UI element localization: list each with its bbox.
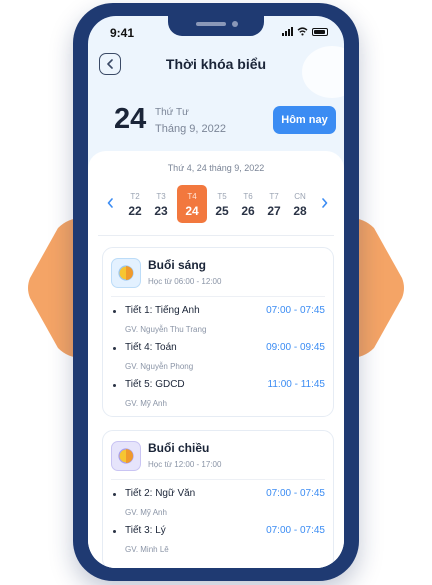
lesson-item[interactable]: Tiết 4: Toán 09:00 - 09:45 GV. Nguyễn Ph… bbox=[113, 342, 325, 374]
lesson-item[interactable]: Tiết 3: Lý 07:00 - 07:45 GV. Minh Lê bbox=[113, 525, 325, 557]
lesson-item[interactable]: Tiết 5: GDCD 11:00 - 11:45 GV. Mỹ Anh bbox=[113, 379, 325, 411]
selected-day-number: 24 bbox=[114, 103, 147, 135]
session-card-afternoon: Buổi chiều Học từ 12:00 - 17:00 Tiết 2: … bbox=[102, 430, 334, 568]
lesson-name: Tiết 1: Tiếng Anh bbox=[125, 305, 200, 316]
prev-week-button[interactable] bbox=[104, 195, 116, 211]
selected-month: Tháng 9, 2022 bbox=[155, 123, 226, 135]
status-time: 9:41 bbox=[110, 26, 135, 40]
lesson-item[interactable]: Tiết 2: Ngữ Văn 07:00 - 07:45 GV. Mỹ Anh bbox=[113, 488, 325, 520]
lesson-teacher: GV. Mỹ Anh bbox=[125, 508, 167, 517]
bullet-icon bbox=[113, 347, 116, 350]
lesson-time: 07:00 - 07:45 bbox=[266, 488, 325, 499]
session-title: Buổi chiều bbox=[148, 441, 210, 455]
lesson-teacher: GV. Mỹ Anh bbox=[125, 399, 167, 408]
phone-notch bbox=[168, 16, 264, 36]
day-item-cn[interactable]: CN 28 bbox=[285, 187, 315, 218]
battery-icon bbox=[312, 27, 328, 36]
chevron-left-icon bbox=[107, 198, 113, 208]
signal-icon bbox=[282, 27, 293, 36]
divider bbox=[98, 235, 334, 236]
chevron-right-icon bbox=[321, 198, 327, 208]
day-name: T4 bbox=[187, 192, 197, 201]
lesson-teacher: GV. Nguyễn Phong bbox=[125, 362, 194, 371]
lesson-name: Tiết 3: Lý bbox=[125, 525, 166, 536]
divider bbox=[111, 296, 325, 297]
sun-icon bbox=[111, 258, 141, 288]
bullet-icon bbox=[113, 384, 116, 387]
bullet-icon bbox=[113, 493, 116, 496]
session-card-morning: Buổi sáng Học từ 06:00 - 12:00 Tiết 1: T… bbox=[102, 247, 334, 417]
lesson-name: Tiết 2: Ngữ Văn bbox=[125, 488, 196, 499]
status-icons bbox=[282, 27, 328, 36]
date-caption: Thứ 4, 24 tháng 9, 2022 bbox=[167, 163, 265, 173]
lesson-teacher: GV. Minh Lê bbox=[125, 545, 169, 554]
day-name: CN bbox=[294, 192, 306, 201]
day-item-t4[interactable]: T4 24 bbox=[177, 185, 207, 223]
session-hours: Học từ 12:00 - 17:00 bbox=[148, 460, 222, 469]
lesson-item[interactable]: Tiết 1: Tiếng Anh 07:00 - 07:45 GV. Nguy… bbox=[113, 305, 325, 337]
page-title: Thời khóa biểu bbox=[165, 56, 267, 72]
day-item-t3[interactable]: T3 23 bbox=[146, 187, 176, 218]
day-date: 28 bbox=[293, 204, 307, 218]
session-hours: Học từ 06:00 - 12:00 bbox=[148, 277, 222, 286]
lesson-time: 07:00 - 07:45 bbox=[266, 305, 325, 316]
wifi-icon bbox=[297, 27, 308, 36]
lesson-teacher: GV. Nguyễn Thu Trang bbox=[125, 325, 207, 334]
lesson-name: Tiết 4: Toán bbox=[125, 342, 177, 353]
lesson-time: 09:00 - 09:45 bbox=[266, 342, 325, 353]
lesson-time: 07:00 - 07:45 bbox=[266, 525, 325, 536]
today-button[interactable]: Hôm nay bbox=[273, 106, 336, 134]
schedule-panel: Thứ 4, 24 tháng 9, 2022 T2 22 T3 23 T4 2… bbox=[88, 151, 344, 568]
day-name: T3 bbox=[156, 192, 166, 201]
divider bbox=[111, 479, 325, 480]
decorative-blob bbox=[302, 46, 344, 98]
sun-icon bbox=[111, 441, 141, 471]
lesson-name: Tiết 5: GDCD bbox=[125, 379, 185, 390]
day-date: 24 bbox=[185, 204, 199, 218]
app-screen: 9:41 Thời khóa biểu 24 Thứ Tư Tháng 9, 2… bbox=[88, 16, 344, 568]
lesson-time: 11:00 - 11:45 bbox=[267, 379, 325, 390]
bullet-icon bbox=[113, 310, 116, 313]
selected-weekday: Thứ Tư bbox=[155, 107, 189, 118]
next-week-button[interactable] bbox=[318, 195, 330, 211]
bullet-icon bbox=[113, 530, 116, 533]
day-date: 23 bbox=[154, 204, 168, 218]
session-title: Buổi sáng bbox=[148, 258, 207, 272]
